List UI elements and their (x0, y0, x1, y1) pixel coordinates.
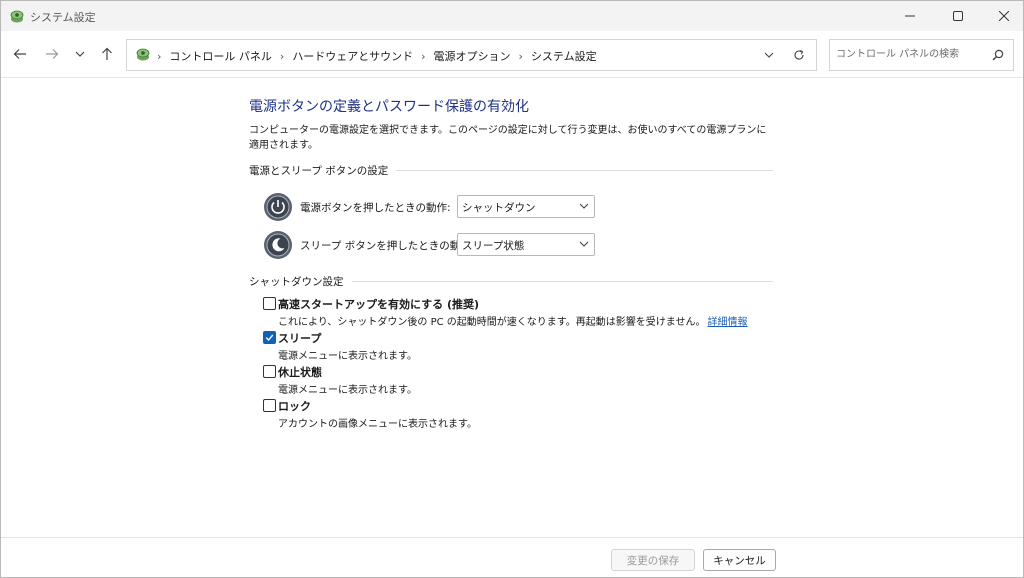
recent-locations-button[interactable] (69, 43, 91, 65)
sleep-button-icon (264, 231, 292, 259)
search-box[interactable] (829, 39, 1014, 71)
control-panel-icon (136, 48, 150, 61)
section-heading-power-sleep: 電源とスリープ ボタンの設定 (249, 163, 773, 178)
hibernate-checkbox[interactable] (263, 365, 276, 378)
arrow-left-icon (13, 49, 26, 59)
chevron-down-icon (579, 239, 589, 249)
fast-startup-label[interactable]: 高速スタートアップを有効にする (推奨) (278, 296, 479, 312)
minimize-button[interactable] (887, 1, 933, 31)
chevron-down-icon (764, 52, 774, 58)
section-heading-shutdown: シャットダウン設定 (249, 274, 773, 289)
lock-description: アカウントの画像メニューに表示されます。 (278, 419, 477, 430)
power-button-action-select[interactable]: シャットダウン (457, 195, 595, 218)
hibernate-description: 電源メニューに表示されます。 (278, 385, 417, 396)
breadcrumb-item-system-settings[interactable]: システム設定 (531, 48, 597, 64)
close-icon (999, 11, 1009, 21)
sleep-button-action-select[interactable]: スリープ状態 (457, 233, 595, 256)
section-divider (351, 281, 773, 282)
close-button[interactable] (981, 1, 1023, 31)
power-button-action-row: 電源ボタンを押したときの動作: シャットダウン (263, 192, 595, 222)
power-button-label: 電源ボタンを押したときの動作: (300, 202, 451, 214)
sleep-label[interactable]: スリープ (278, 330, 321, 346)
search-input[interactable] (836, 46, 984, 62)
breadcrumb-item-power-options[interactable]: 電源オプション (434, 48, 511, 64)
breadcrumb-separator-icon[interactable]: › (519, 50, 523, 63)
lock-checkbox[interactable] (263, 399, 276, 412)
navigation-bar: › コントロール パネル › ハードウェアとサウンド › 電源オプション › シ… (1, 31, 1023, 78)
page-title: 電源ボタンの定義とパスワード保護の有効化 (249, 99, 529, 115)
up-button[interactable] (96, 43, 118, 65)
checkmark-icon (265, 334, 274, 342)
sleep-button-selected-value: スリープ状態 (462, 240, 525, 252)
hibernate-label[interactable]: 休止状態 (278, 364, 322, 380)
section-heading-label: シャットダウン設定 (249, 276, 344, 288)
search-icon[interactable] (990, 47, 1006, 63)
save-changes-button[interactable]: 変更の保存 (611, 549, 695, 571)
breadcrumb-item-control-panel[interactable]: コントロール パネル (169, 48, 272, 64)
maximize-button[interactable] (935, 1, 981, 31)
fast-startup-checkbox[interactable] (263, 297, 276, 310)
sleep-description: 電源メニューに表示されます。 (278, 351, 417, 362)
fast-startup-description: これにより、シャットダウン後の PC の起動時間が速くなります。再起動は影響を受… (278, 313, 747, 328)
cancel-button[interactable]: キャンセル (703, 549, 776, 571)
back-button[interactable] (9, 43, 31, 65)
footer-bar: 変更の保存 キャンセル (1, 537, 1023, 577)
breadcrumb-separator-icon[interactable]: › (280, 50, 284, 63)
sleep-checkbox[interactable] (263, 331, 276, 344)
breadcrumb-item-hardware-sound[interactable]: ハードウェアとサウンド (292, 48, 413, 64)
title-bar: システム設定 (1, 1, 1023, 31)
breadcrumb-separator-icon[interactable]: › (157, 50, 161, 63)
power-options-app-icon (10, 10, 24, 23)
breadcrumb: › コントロール パネル › ハードウェアとサウンド › 電源オプション › シ… (157, 48, 605, 64)
more-info-link[interactable]: 詳細情報 (707, 317, 747, 328)
refresh-button[interactable] (791, 47, 807, 63)
power-button-icon (264, 193, 292, 221)
arrow-right-icon (46, 49, 59, 59)
refresh-icon (794, 50, 804, 60)
window-title: システム設定 (30, 11, 96, 24)
address-history-button[interactable] (761, 47, 777, 63)
page-description: コンピューターの電源設定を選択できます。このページの設定に対して行う変更は、お使… (249, 125, 767, 151)
forward-button[interactable] (41, 43, 63, 65)
sleep-button-label: スリープ ボタンを押したときの動作: (300, 240, 475, 252)
system-settings-window: システム設定 › コントロール パネル › ハードウェアとサウンド › 電源オプ… (0, 0, 1024, 578)
maximize-icon (953, 11, 963, 21)
power-button-selected-value: シャットダウン (462, 202, 536, 214)
breadcrumb-separator-icon[interactable]: › (421, 50, 425, 63)
chevron-down-icon (579, 201, 589, 211)
sleep-button-action-row: スリープ ボタンを押したときの動作: スリープ状態 (263, 230, 595, 260)
address-bar[interactable]: › コントロール パネル › ハードウェアとサウンド › 電源オプション › シ… (126, 39, 817, 71)
arrow-up-icon (102, 47, 112, 60)
minimize-icon (905, 15, 915, 17)
fast-startup-description-text: これにより、シャットダウン後の PC の起動時間が速くなります。再起動は影響を受… (278, 317, 706, 328)
lock-label[interactable]: ロック (278, 398, 311, 414)
section-divider (396, 170, 773, 171)
chevron-down-icon (75, 51, 85, 57)
section-heading-label: 電源とスリープ ボタンの設定 (249, 165, 389, 177)
